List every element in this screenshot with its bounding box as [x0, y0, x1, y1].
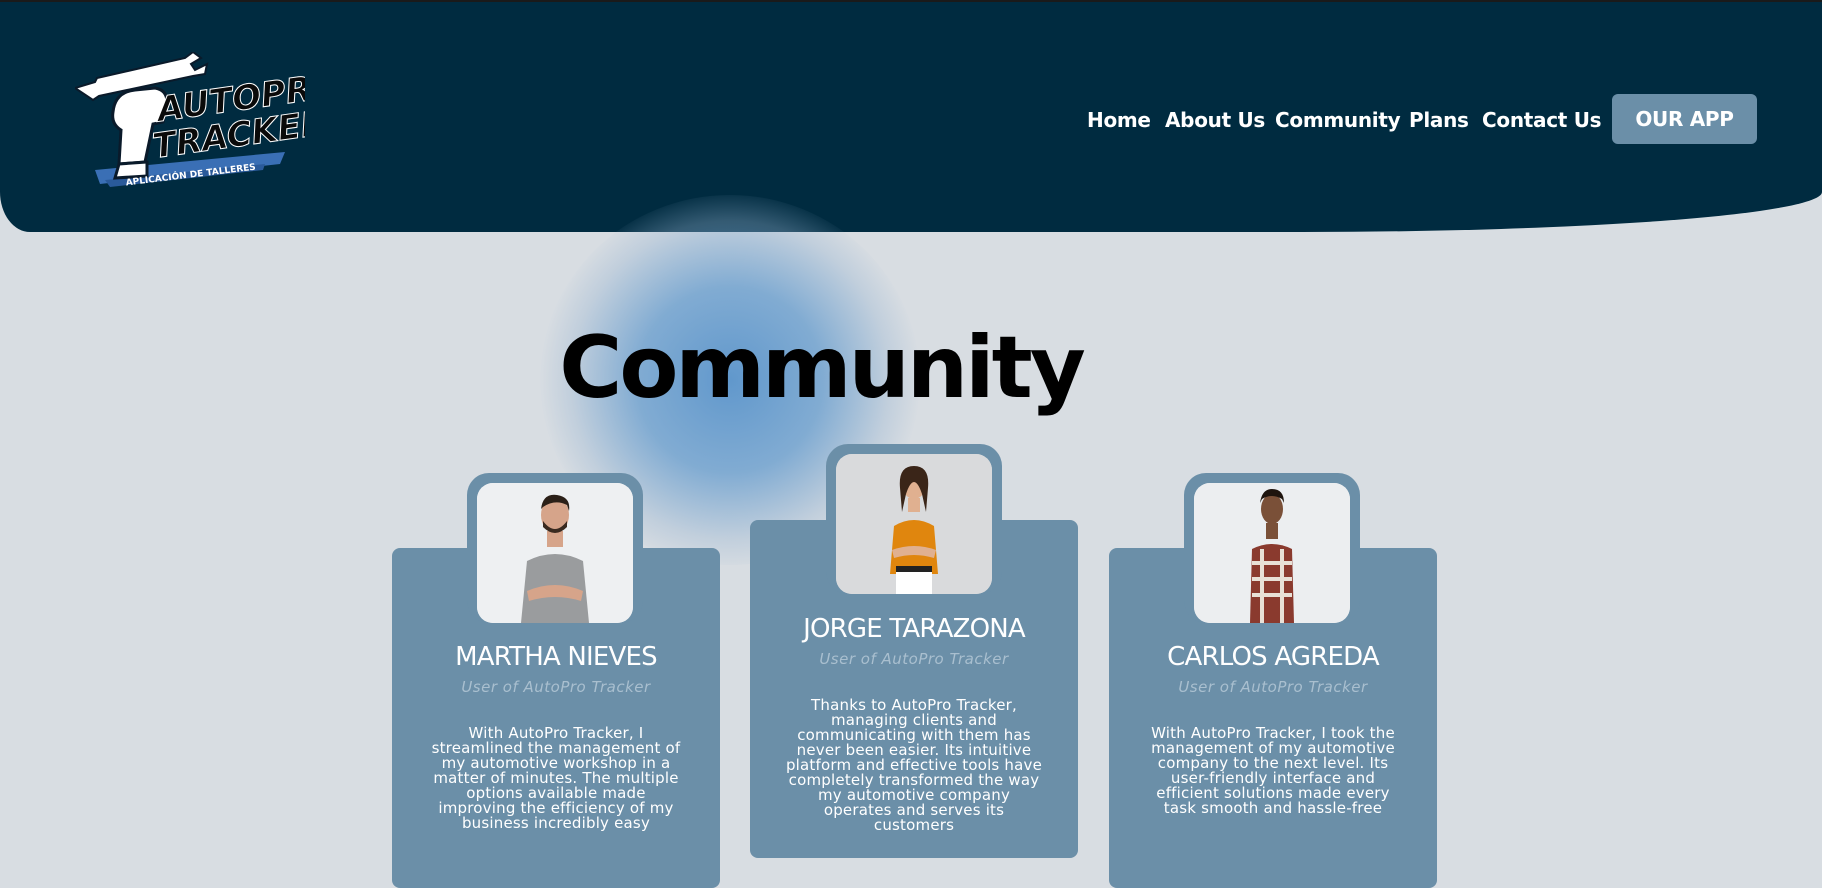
nav-contact-us[interactable]: Contact Us: [1482, 108, 1602, 132]
nav-plans[interactable]: Plans: [1409, 108, 1469, 132]
site-header: AUTOPRO TRACKER APLICACIÓN DE TALLERES H…: [0, 2, 1822, 232]
testimonial-name: MARTHA NIEVES: [455, 642, 658, 672]
avatar: [477, 483, 633, 623]
testimonial-name: JORGE TARAZONA: [803, 614, 1026, 644]
testimonial-name: CARLOS AGREDA: [1167, 642, 1380, 672]
testimonial-role: User of AutoPro Tracker: [461, 678, 651, 696]
avatar: [836, 454, 992, 594]
nav-about-us[interactable]: About Us: [1165, 108, 1265, 132]
testimonial-quote: Thanks to AutoPro Tracker, managing clie…: [785, 696, 1043, 834]
main-nav: Home About Us Community Plans Contact Us…: [0, 94, 1822, 144]
nav-community[interactable]: Community: [1275, 108, 1401, 132]
testimonial-role: User of AutoPro Tracker: [1178, 678, 1368, 696]
testimonial-quote: With AutoPro Tracker, I took the managem…: [1151, 724, 1395, 817]
avatar-frame: [1184, 473, 1360, 623]
avatar-frame: [467, 473, 643, 623]
nav-home[interactable]: Home: [1087, 108, 1151, 132]
avatar-frame: [826, 444, 1002, 594]
page-title: Community: [559, 318, 1086, 418]
our-app-button[interactable]: OUR APP: [1612, 94, 1757, 144]
testimonial-role: User of AutoPro Tracker: [819, 650, 1009, 668]
testimonial-quote: With AutoPro Tracker, I streamlined the …: [431, 724, 681, 832]
avatar: [1194, 483, 1350, 623]
